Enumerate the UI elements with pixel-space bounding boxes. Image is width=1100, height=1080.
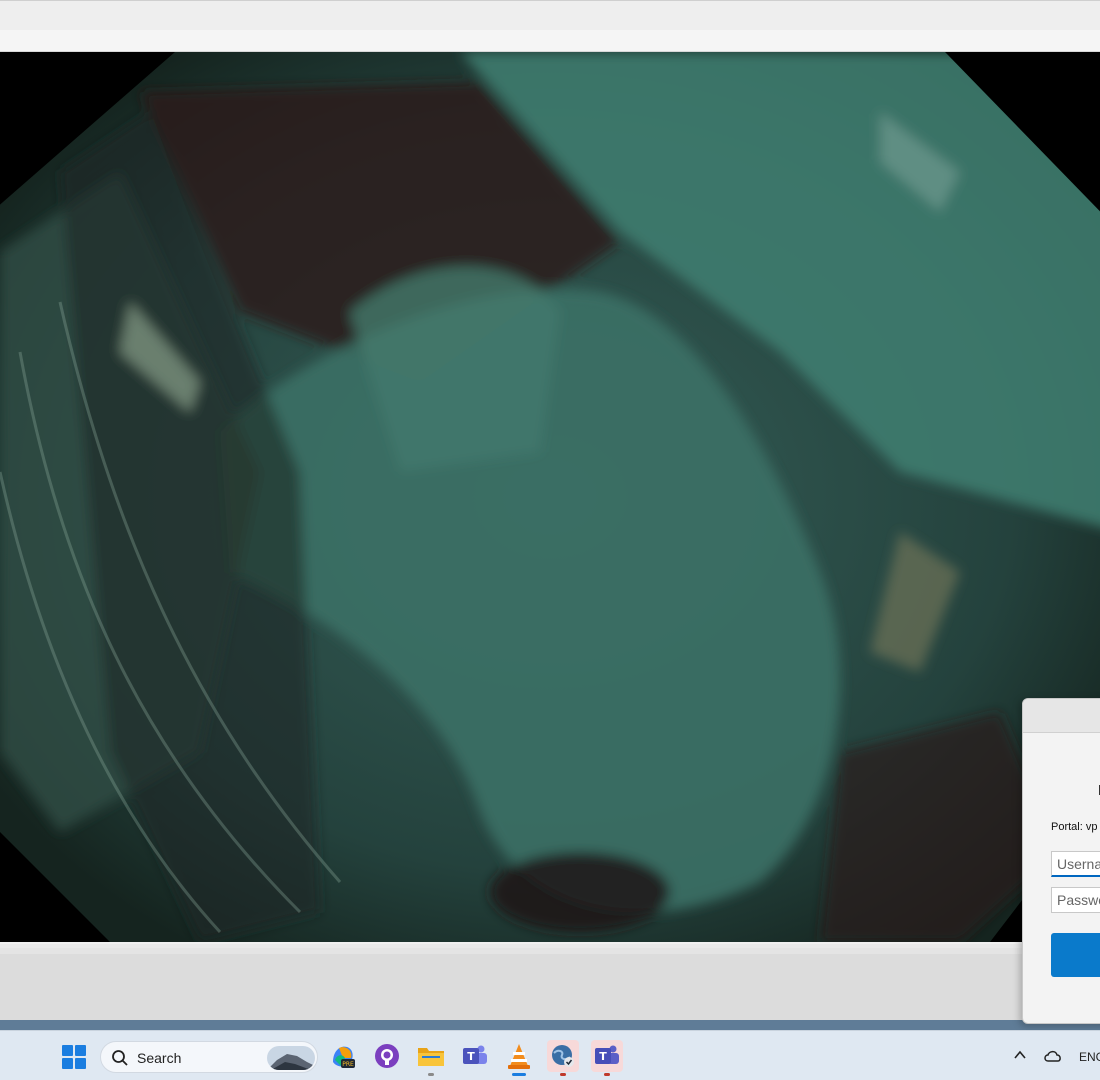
search-highlight-image	[267, 1046, 315, 1070]
media-player-window	[0, 0, 1100, 1024]
desktop-background	[0, 1020, 1100, 1030]
running-indicator	[428, 1073, 434, 1076]
teams-work-icon[interactable]: T	[591, 1040, 623, 1076]
alert-indicator	[604, 1073, 610, 1076]
alert-indicator	[560, 1073, 566, 1076]
active-indicator	[512, 1073, 526, 1076]
teams-icon[interactable]: T	[459, 1040, 491, 1072]
dialog-title-bar[interactable]	[1023, 699, 1100, 733]
taskbar-search-box[interactable]: Search	[100, 1041, 318, 1073]
svg-text:T: T	[467, 1050, 475, 1063]
github-desktop-icon[interactable]	[371, 1040, 403, 1072]
menu-bar[interactable]	[0, 30, 1100, 52]
language-indicator[interactable]: ENG	[1079, 1050, 1100, 1064]
onedrive-cloud-icon[interactable]	[1043, 1049, 1063, 1063]
seek-bar[interactable]	[0, 948, 1100, 954]
file-explorer-icon[interactable]	[415, 1040, 447, 1076]
copilot-icon[interactable]: PRE	[327, 1040, 359, 1072]
svg-text:PRE: PRE	[342, 1061, 354, 1068]
svg-text:T: T	[599, 1050, 607, 1063]
camera-video-image	[0, 52, 1100, 942]
video-frame[interactable]	[0, 52, 1100, 942]
playback-controls	[0, 944, 1100, 1022]
chevron-up-icon[interactable]	[1013, 1049, 1027, 1061]
windows-start-icon[interactable]	[62, 1045, 86, 1069]
vlc-icon[interactable]	[503, 1040, 535, 1076]
vpn-globe-icon[interactable]	[547, 1040, 579, 1076]
search-label: Search	[137, 1050, 182, 1066]
connect-button[interactable]	[1051, 933, 1100, 977]
title-bar[interactable]	[0, 0, 1100, 30]
taskbar: Search PRE T T EN	[0, 1030, 1100, 1080]
password-input[interactable]	[1051, 887, 1100, 913]
portal-label: Portal: vp	[1051, 821, 1098, 833]
search-icon	[112, 1050, 128, 1066]
vpn-login-dialog: Portal: vp	[1022, 698, 1100, 1024]
username-input[interactable]	[1051, 851, 1100, 877]
